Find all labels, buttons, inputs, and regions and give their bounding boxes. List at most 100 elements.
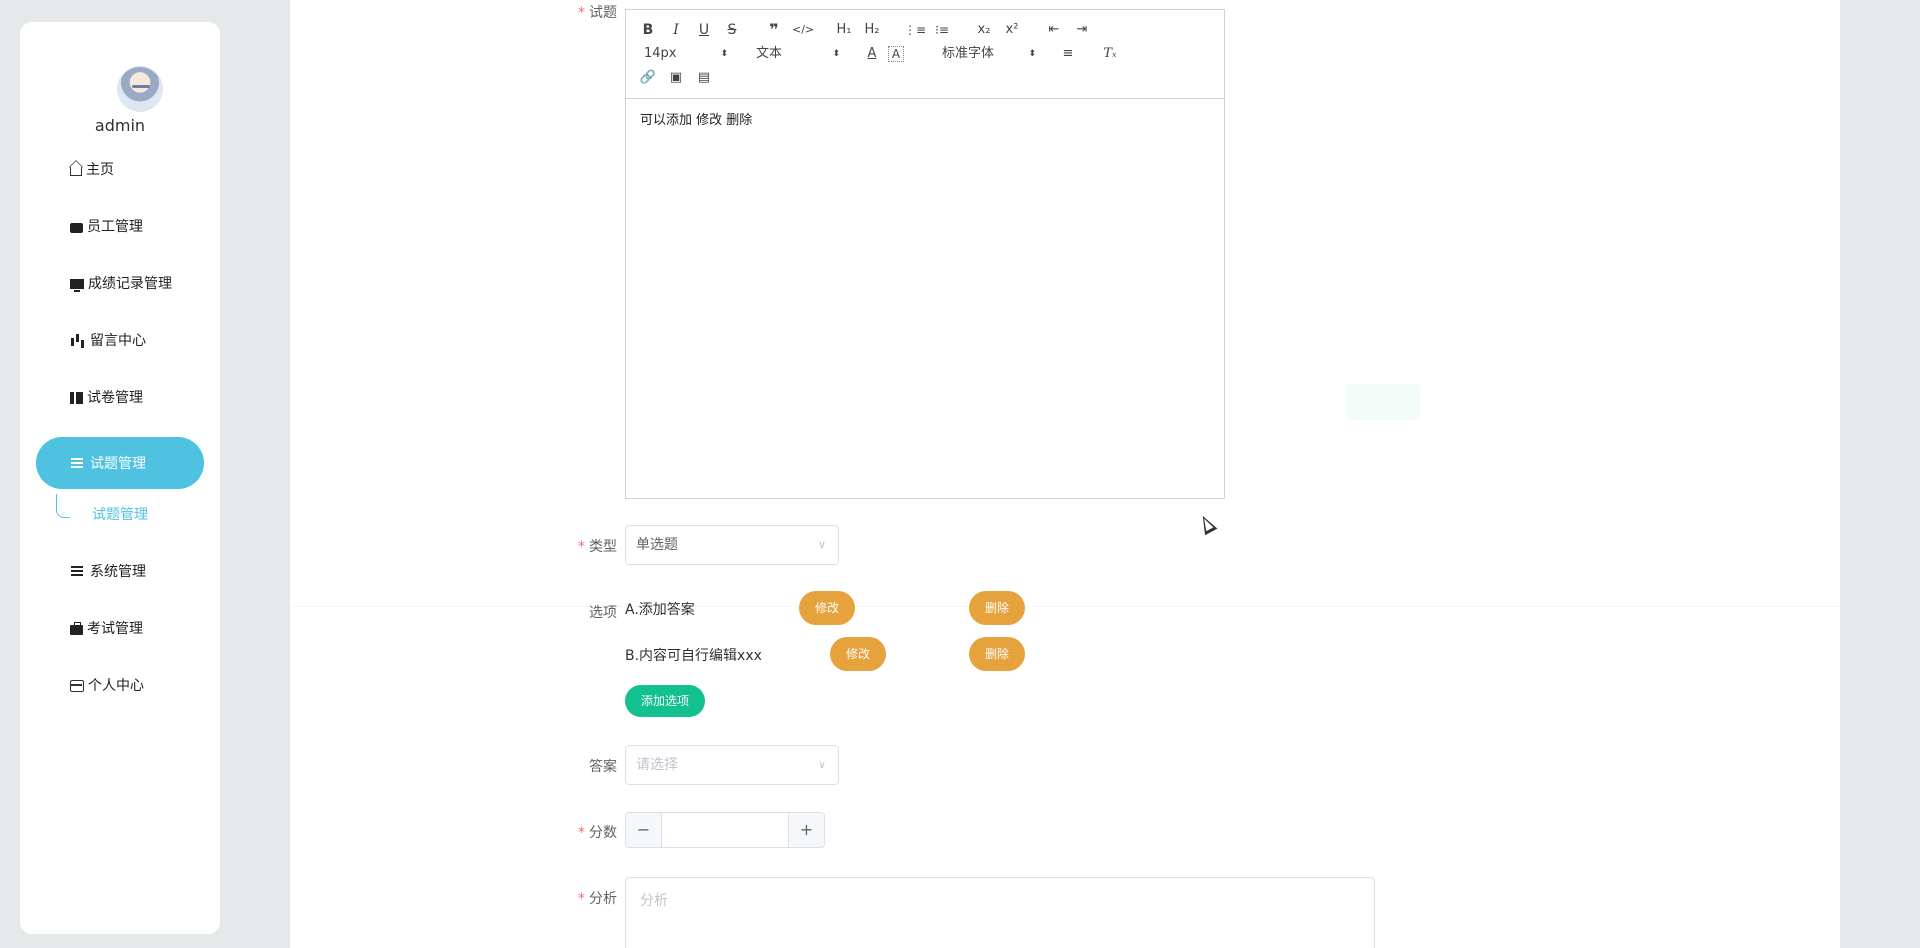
- chevron-down-icon: ∨: [817, 758, 826, 771]
- sidebar-item-messages[interactable]: 留言中心: [70, 328, 146, 352]
- delete-option-a-button[interactable]: 删除: [969, 591, 1025, 625]
- faded-overlay-button: [1346, 384, 1420, 420]
- bold-icon[interactable]: B: [638, 20, 658, 40]
- sidebar-item-label: 主页: [86, 162, 114, 178]
- analysis-label-text: 分析: [589, 891, 617, 907]
- updown-icon: ⬍: [720, 49, 728, 59]
- required-mark: *: [578, 891, 585, 907]
- clear-format-icon[interactable]: Tₓ: [1100, 44, 1120, 64]
- options-label: 选项: [589, 605, 617, 621]
- link-icon[interactable]: 🔗: [638, 68, 658, 88]
- add-option-button[interactable]: 添加选项: [625, 685, 705, 717]
- paragraph-select[interactable]: 文本 ⬍: [756, 44, 840, 64]
- superscript-icon[interactable]: x²: [1002, 20, 1022, 40]
- sidebar-item-label: 系统管理: [90, 564, 146, 580]
- required-mark: *: [578, 825, 585, 841]
- book-icon: [70, 392, 83, 404]
- briefcase-icon: [70, 622, 83, 635]
- answer-label: 答案: [589, 759, 617, 775]
- card-icon: [70, 680, 84, 692]
- submenu-connector: [56, 494, 70, 518]
- sidebar-item-label: 考试管理: [87, 621, 143, 637]
- option-b-text: B.内容可自行编辑xxx: [625, 648, 762, 664]
- header-1-icon[interactable]: H₁: [834, 20, 854, 40]
- sidebar-item-label: 试卷管理: [87, 390, 143, 406]
- home-icon: [70, 167, 82, 176]
- avatar[interactable]: [117, 66, 163, 112]
- edit-option-b-button[interactable]: 修改: [830, 637, 886, 671]
- sidebar-item-employees[interactable]: 员工管理: [70, 214, 143, 238]
- sidebar-item-system[interactable]: 系统管理: [70, 559, 146, 583]
- sidebar-subitem-questions[interactable]: 试题管理: [92, 504, 148, 524]
- answer-select[interactable]: 请选择 ∨: [625, 745, 839, 785]
- list-icon: [70, 563, 86, 579]
- paragraph-value: 文本: [756, 46, 783, 61]
- image-icon[interactable]: ▣: [666, 68, 686, 88]
- type-select[interactable]: 单选题 ∨: [625, 525, 839, 565]
- sidebar-item-label: 员工管理: [87, 219, 143, 235]
- rich-text-editor: B I U S ❞ </> H₁ H₂ ⋮≡ ⁝≡ x₂ x² ⇤ ⇥ 14px…: [625, 9, 1225, 499]
- font-size-value: 14px: [644, 46, 677, 61]
- option-a-text: A.添加答案: [625, 602, 695, 618]
- analysis-label: * 分析: [517, 888, 617, 908]
- required-mark: *: [578, 539, 585, 555]
- score-stepper: − +: [625, 812, 825, 848]
- strikethrough-icon[interactable]: S: [722, 20, 742, 40]
- ordered-list-icon[interactable]: ⋮≡: [904, 20, 926, 40]
- header-2-icon[interactable]: H₂: [862, 20, 882, 40]
- background-color-icon[interactable]: A: [888, 46, 904, 62]
- font-size-select[interactable]: 14px ⬍: [644, 44, 728, 64]
- outdent-icon[interactable]: ⇤: [1044, 20, 1064, 40]
- username: admin: [94, 116, 146, 135]
- bullet-list-icon[interactable]: ⁝≡: [932, 20, 952, 40]
- sidebar-item-label: 留言中心: [90, 333, 146, 349]
- sidebar-item-label: 个人中心: [88, 678, 144, 694]
- sidebar-item-exams[interactable]: 考试管理: [70, 616, 143, 640]
- sidebar: admin 主页 员工管理 成绩记录管理 留言中心 试卷管理 试题管理 试题管理: [20, 22, 220, 934]
- wallet-icon: [70, 222, 83, 233]
- sidebar-item-score-records[interactable]: 成绩记录管理: [70, 271, 172, 295]
- font-family-select[interactable]: 标准字体 ⬍: [942, 44, 1036, 64]
- code-block-icon[interactable]: </>: [792, 20, 814, 40]
- sidebar-item-questions[interactable]: 试题管理: [36, 437, 204, 489]
- sidebar-item-profile[interactable]: 个人中心: [70, 673, 144, 697]
- font-family-value: 标准字体: [942, 46, 995, 61]
- sidebar-item-home[interactable]: 主页: [70, 157, 114, 181]
- underline-icon[interactable]: U: [694, 20, 714, 40]
- score-label: * 分数: [517, 822, 617, 842]
- score-label-text: 分数: [589, 825, 617, 841]
- updown-icon: ⬍: [1028, 49, 1036, 59]
- indent-icon[interactable]: ⇥: [1072, 20, 1092, 40]
- sidebar-item-papers[interactable]: 试卷管理: [70, 385, 143, 409]
- type-label: * 类型: [517, 536, 617, 556]
- bar-chart-icon: [70, 332, 86, 348]
- mouse-cursor: [1196, 512, 1218, 536]
- question-label: * 试题: [517, 2, 617, 22]
- updown-icon: ⬍: [832, 49, 840, 59]
- score-input[interactable]: [663, 813, 787, 847]
- list-icon: [70, 455, 86, 471]
- sidebar-item-label: 试题管理: [90, 456, 146, 472]
- chevron-down-icon: ∨: [817, 538, 826, 551]
- type-label-text: 类型: [589, 539, 617, 555]
- align-icon[interactable]: ≡: [1058, 44, 1078, 64]
- font-color-icon[interactable]: A: [862, 44, 882, 64]
- editor-content[interactable]: 可以添加 修改 删除: [626, 99, 1224, 138]
- video-icon[interactable]: ▤: [694, 68, 714, 88]
- type-select-value: 单选题: [636, 537, 678, 553]
- editor-toolbar: B I U S ❞ </> H₁ H₂ ⋮≡ ⁝≡ x₂ x² ⇤ ⇥ 14px…: [626, 10, 1224, 99]
- blockquote-icon[interactable]: ❞: [764, 20, 784, 40]
- delete-option-b-button[interactable]: 删除: [969, 637, 1025, 671]
- italic-icon[interactable]: I: [666, 20, 686, 40]
- decrement-button[interactable]: −: [626, 813, 662, 847]
- question-label-text: 试题: [589, 5, 617, 21]
- answer-select-placeholder: 请选择: [636, 757, 678, 773]
- subscript-icon[interactable]: x₂: [974, 20, 994, 40]
- monitor-icon: [70, 278, 84, 292]
- main-content: * 试题 B I U S ❞ </> H₁ H₂ ⋮≡ ⁝≡ x₂ x² ⇤ ⇥ …: [290, 0, 1840, 948]
- sidebar-item-label: 成绩记录管理: [88, 276, 172, 292]
- required-mark: *: [578, 5, 585, 21]
- analysis-textarea[interactable]: 分析: [625, 877, 1375, 948]
- edit-option-a-button[interactable]: 修改: [799, 591, 855, 625]
- increment-button[interactable]: +: [788, 813, 824, 847]
